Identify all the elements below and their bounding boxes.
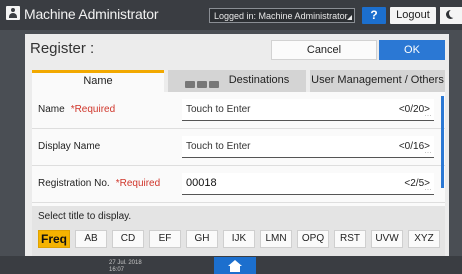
moon-icon bbox=[446, 9, 458, 19]
registration-no-field[interactable]: 00018 <2/5> ··· bbox=[182, 173, 434, 195]
title-key-lmn[interactable]: LMN bbox=[260, 230, 292, 248]
cancel-button[interactable]: Cancel bbox=[271, 40, 377, 60]
name-tab-content: Name *Required Touch to Enter <0/20> ··· … bbox=[32, 92, 445, 256]
title-key-ijk[interactable]: IJK bbox=[223, 230, 255, 248]
title-select-area: Select title to display. Freq AB CD EF G… bbox=[32, 206, 445, 256]
top-bar: Machine Administrator Logged in: Machine… bbox=[0, 0, 462, 30]
required-mark: *Required bbox=[70, 104, 116, 115]
field-corner-dots-icon: ··· bbox=[424, 150, 432, 156]
name-label: Name *Required bbox=[38, 104, 116, 115]
name-row: Name *Required Touch to Enter <0/20> ··· bbox=[32, 92, 445, 129]
title-select-label: Select title to display. bbox=[38, 211, 132, 222]
display-name-field[interactable]: Touch to Enter <0/16> ··· bbox=[182, 136, 434, 158]
name-field[interactable]: Touch to Enter <0/20> ··· bbox=[182, 99, 434, 121]
title-key-opq[interactable]: OPQ bbox=[297, 230, 329, 248]
required-mark: *Required bbox=[115, 178, 161, 189]
home-button[interactable] bbox=[214, 257, 256, 274]
address-book-icon bbox=[184, 75, 221, 89]
scrollbar[interactable] bbox=[441, 96, 444, 188]
user-icon bbox=[6, 6, 20, 20]
tab-user-management[interactable]: User Management / Others bbox=[310, 70, 445, 92]
date-text: 27 Jul. 2018 bbox=[109, 260, 142, 266]
title-key-gh[interactable]: GH bbox=[186, 230, 218, 248]
title-key-ab[interactable]: AB bbox=[75, 230, 107, 248]
tab-destinations[interactable]: Destinations bbox=[168, 70, 306, 92]
name-field-value: Touch to Enter bbox=[186, 104, 251, 115]
registration-no-label: Registration No. *Required bbox=[38, 178, 161, 189]
display-name-field-value: Touch to Enter bbox=[186, 141, 251, 152]
title-key-rst[interactable]: RST bbox=[334, 230, 366, 248]
field-corner-dots-icon: ··· bbox=[424, 187, 432, 193]
date-time: 27 Jul. 2018 16:07 bbox=[109, 260, 142, 274]
title-key-uvw[interactable]: UVW bbox=[371, 230, 403, 248]
app-title: Machine Administrator bbox=[24, 6, 159, 22]
ok-button[interactable]: OK bbox=[379, 40, 445, 60]
login-status-text: Logged in: Machine Administrator bbox=[214, 11, 348, 21]
registration-no-row: Registration No. *Required 00018 <2/5> ··… bbox=[32, 166, 445, 203]
display-name-row: Display Name Touch to Enter <0/16> ··· bbox=[32, 129, 445, 166]
title-key-xyz[interactable]: XYZ bbox=[408, 230, 440, 248]
tab-destinations-label: Destinations bbox=[228, 74, 290, 86]
tab-name[interactable]: Name bbox=[32, 70, 164, 92]
energy-saver-button[interactable] bbox=[440, 7, 462, 24]
title-key-ef[interactable]: EF bbox=[149, 230, 181, 248]
register-dialog: Register : Cancel OK Name Destinations U… bbox=[25, 34, 449, 256]
bottom-bar: 27 Jul. 2018 16:07 bbox=[0, 256, 462, 274]
login-status[interactable]: Logged in: Machine Administrator bbox=[209, 8, 355, 23]
title-key-cd[interactable]: CD bbox=[112, 230, 144, 248]
registration-no-field-value: 00018 bbox=[186, 177, 217, 189]
home-icon-body bbox=[230, 266, 240, 272]
expand-corner-icon bbox=[347, 15, 352, 20]
display-name-label: Display Name bbox=[38, 141, 101, 152]
tab-name-label: Name bbox=[83, 75, 113, 87]
logout-button[interactable]: Logout bbox=[390, 7, 436, 24]
title-key-freq[interactable]: Freq bbox=[38, 230, 70, 248]
tab-user-management-label: User Management / Others bbox=[311, 74, 444, 86]
time-text: 16:07 bbox=[109, 267, 125, 273]
help-button[interactable]: ? bbox=[362, 7, 386, 24]
dialog-title: Register : bbox=[30, 40, 95, 57]
field-corner-dots-icon: ··· bbox=[424, 113, 432, 119]
